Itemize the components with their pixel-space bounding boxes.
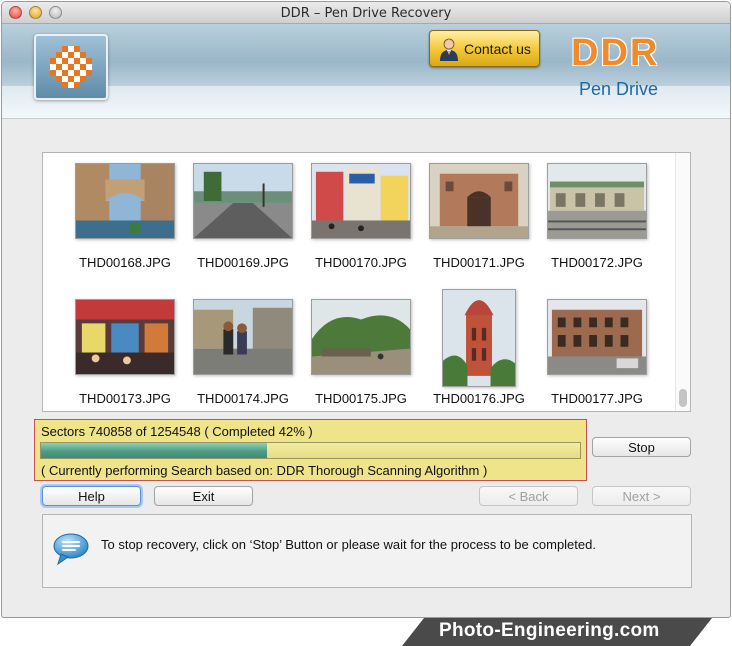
thumbnail-filename: THD00173.JPG (79, 391, 171, 406)
info-panel: To stop recovery, click on ‘Stop’ Button… (42, 514, 692, 588)
thumbnail-image[interactable] (547, 299, 647, 375)
thumbnail-image[interactable] (311, 163, 411, 239)
thumbnail-image[interactable] (429, 163, 529, 239)
thumbnail-filename: THD00168.JPG (79, 255, 171, 270)
window-title: DDR – Pen Drive Recovery (280, 6, 452, 21)
scan-status-text: ( Currently performing Search based on: … (41, 463, 488, 478)
info-message: To stop recovery, click on ‘Stop’ Button… (101, 537, 596, 552)
thumbnail-image[interactable] (193, 163, 293, 239)
speech-bubble-icon (52, 532, 90, 570)
thumbnail-filename: THD00177.JPG (551, 391, 643, 406)
progress-bar-fill (41, 443, 268, 458)
help-button[interactable]: Help (42, 486, 141, 506)
sectors-progress-text: Sectors 740858 of 1254548 ( Completed 42… (41, 424, 313, 439)
vertical-scrollbar[interactable] (675, 153, 690, 411)
thumbnail-filename: THD00175.JPG (315, 391, 407, 406)
back-button[interactable]: < Back (479, 486, 578, 506)
thumbnail-image[interactable] (311, 299, 411, 375)
thumbnail-image[interactable] (193, 299, 293, 375)
watermark: Photo-Engineering.com (402, 618, 712, 646)
thumbnail-image[interactable] (75, 299, 175, 375)
person-icon (438, 37, 460, 61)
stop-button[interactable]: Stop (592, 437, 691, 457)
header-banner: Contact us DDR Pen Drive (2, 24, 730, 119)
thumbnail-filename: THD00176.JPG (433, 391, 525, 406)
thumbnail-filename: THD00174.JPG (197, 391, 289, 406)
checker-logo-icon (50, 46, 92, 88)
thumbnail-filename: THD00172.JPG (551, 255, 643, 270)
brand-subtitle: Pen Drive (579, 79, 659, 99)
thumbnail-filename: THD00171.JPG (433, 255, 525, 270)
thumbnail-image[interactable] (547, 163, 647, 239)
exit-button[interactable]: Exit (154, 486, 253, 506)
next-button[interactable]: Next > (592, 486, 691, 506)
thumbnail-image[interactable] (75, 163, 175, 239)
title-bar: DDR – Pen Drive Recovery (2, 2, 730, 24)
watermark-text: Photo-Engineering.com (439, 620, 660, 641)
app-logo (34, 34, 108, 100)
progress-bar (40, 442, 581, 459)
thumbnail-image[interactable] (442, 289, 516, 387)
contact-us-button[interactable]: Contact us (429, 30, 540, 67)
thumbnail-filename: THD00169.JPG (197, 255, 289, 270)
contact-us-label: Contact us (464, 40, 531, 57)
scrollbar-thumb[interactable] (679, 389, 687, 407)
thumbnail-filename: THD00170.JPG (315, 255, 407, 270)
recovered-files-view[interactable]: THD00168.JPG THD00169.JPG THD00170.JPG THD0… (42, 152, 691, 412)
brand-name: DDR (571, 32, 660, 74)
progress-panel: Sectors 740858 of 1254548 ( Completed 42… (34, 419, 587, 481)
